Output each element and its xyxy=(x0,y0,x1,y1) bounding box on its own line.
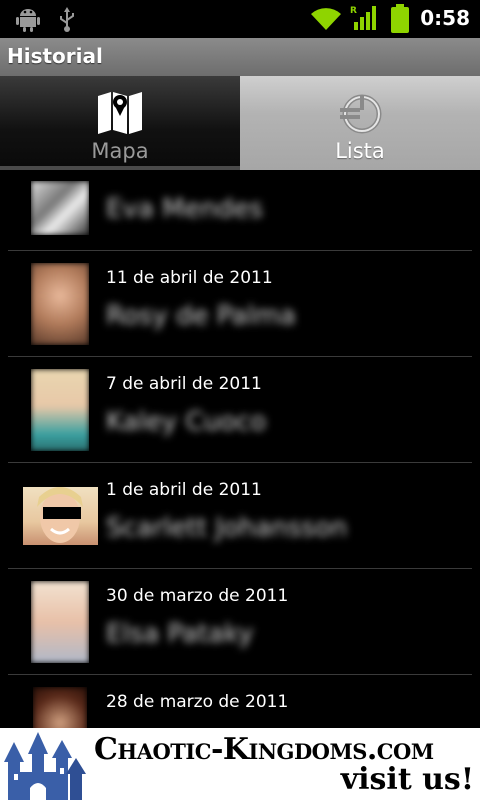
title-bar: Historial xyxy=(0,38,480,77)
avatar xyxy=(31,263,89,345)
signal-icon: R xyxy=(350,6,376,30)
android-debug-icon xyxy=(16,9,40,32)
list-item[interactable]: 1 de abril de 2011 Scarlett Johansson xyxy=(0,463,480,569)
face-photo xyxy=(37,487,83,543)
page-title: Historial xyxy=(7,44,103,68)
date-label: 1 de abril de 2011 xyxy=(106,480,262,500)
date-label: 30 de marzo de 2011 xyxy=(106,586,289,606)
wifi-icon xyxy=(311,8,341,31)
date-label: 28 de marzo de 2011 xyxy=(106,692,289,712)
contact-name: Elsa Pataky xyxy=(106,619,254,649)
date-label: 7 de abril de 2011 xyxy=(106,374,262,394)
list-item[interactable]: 11 de abril de 2011 Rosy de Palma xyxy=(0,251,480,357)
ad-cta[interactable]: visit us! xyxy=(341,762,474,797)
tab-bar: Mapa Lista xyxy=(0,76,480,170)
status-bar: R 0:58 xyxy=(0,0,480,38)
list-item[interactable]: 7 de abril de 2011 Kaley Cuoco xyxy=(0,357,480,463)
avatar xyxy=(31,369,89,451)
tab-map[interactable]: Mapa xyxy=(0,76,240,170)
tab-list-label: Lista xyxy=(335,139,385,163)
map-icon xyxy=(98,92,142,134)
contact-name: Kaley Cuoco xyxy=(106,407,267,437)
battery-icon xyxy=(391,4,409,33)
status-clock: 0:58 xyxy=(420,6,470,30)
castle-logo xyxy=(0,728,92,800)
tab-map-label: Mapa xyxy=(91,139,149,163)
avatar xyxy=(23,487,98,545)
list-item[interactable]: 28 de marzo de 2011 xyxy=(0,675,480,728)
ad-banner[interactable]: Chaotic-Kingdoms.com visit us! xyxy=(0,728,480,800)
contact-name: Scarlett Johansson xyxy=(106,513,348,543)
tab-list[interactable]: Lista xyxy=(240,76,480,170)
list-item[interactable]: 30 de marzo de 2011 Elsa Pataky xyxy=(0,569,480,675)
date-label: 11 de abril de 2011 xyxy=(106,268,273,288)
contact-name: Eva Mendes xyxy=(106,194,263,224)
list-icon xyxy=(340,94,382,134)
avatar xyxy=(33,687,87,728)
avatar xyxy=(31,581,89,663)
contact-name: Rosy de Palma xyxy=(106,301,296,331)
avatar xyxy=(31,181,89,235)
history-list[interactable]: Eva Mendes 11 de abril de 2011 Rosy de P… xyxy=(0,172,480,728)
svg-text:R: R xyxy=(350,6,357,16)
usb-icon xyxy=(60,7,74,32)
